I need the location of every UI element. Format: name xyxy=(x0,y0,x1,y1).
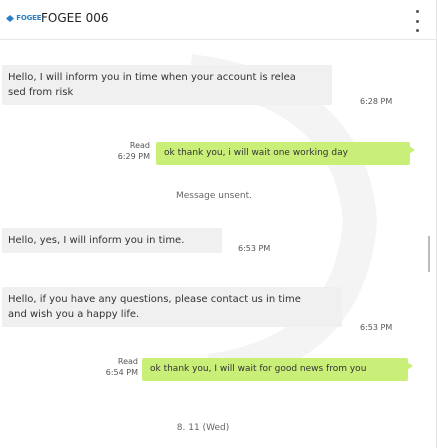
message-line: sed from risk xyxy=(8,87,74,98)
message-line: Hello, yes, I will inform you in time. xyxy=(8,235,185,246)
message-line: and wish you a happy life. xyxy=(8,309,140,320)
chat-title: FOGEE 006 xyxy=(41,11,109,25)
system-message: Message unsent. xyxy=(175,191,253,201)
logo-text: FOGEE xyxy=(16,14,42,22)
logo-mark-icon xyxy=(6,14,14,22)
read-status: Read xyxy=(129,141,150,150)
message-time: 6:53 PM xyxy=(360,323,393,332)
incoming-message[interactable]: Hello, yes, I will inform you in time. xyxy=(2,228,222,253)
message-time: 6:29 PM xyxy=(117,152,150,161)
date-divider: 8. 11 (Wed) xyxy=(176,423,230,433)
message-status: Read 6:54 PM xyxy=(98,356,138,378)
app-logo: FOGEE xyxy=(6,14,41,22)
scrollbar[interactable] xyxy=(428,236,430,272)
message-time: 6:54 PM xyxy=(105,368,138,377)
incoming-message[interactable]: Hello, if you have any questions, please… xyxy=(2,287,342,327)
message-time: 6:53 PM xyxy=(238,244,271,253)
outgoing-message[interactable]: ok thank you, i will wait one working da… xyxy=(156,142,415,165)
chat-header: FOGEE FOGEE 006 xyxy=(0,0,437,40)
read-status: Read xyxy=(117,357,138,366)
incoming-message[interactable]: Hello, I will inform you in time when yo… xyxy=(2,65,332,105)
message-list[interactable]: Hello, I will inform you in time when yo… xyxy=(0,41,437,448)
outgoing-message[interactable]: ok thank you, I will wait for good news … xyxy=(142,358,413,381)
message-status: Read 6:29 PM xyxy=(110,140,150,162)
message-line: Hello, if you have any questions, please… xyxy=(8,294,301,305)
message-line: Hello, I will inform you in time when yo… xyxy=(8,72,296,83)
more-options-icon[interactable] xyxy=(413,10,421,32)
message-time: 6:28 PM xyxy=(360,97,393,106)
